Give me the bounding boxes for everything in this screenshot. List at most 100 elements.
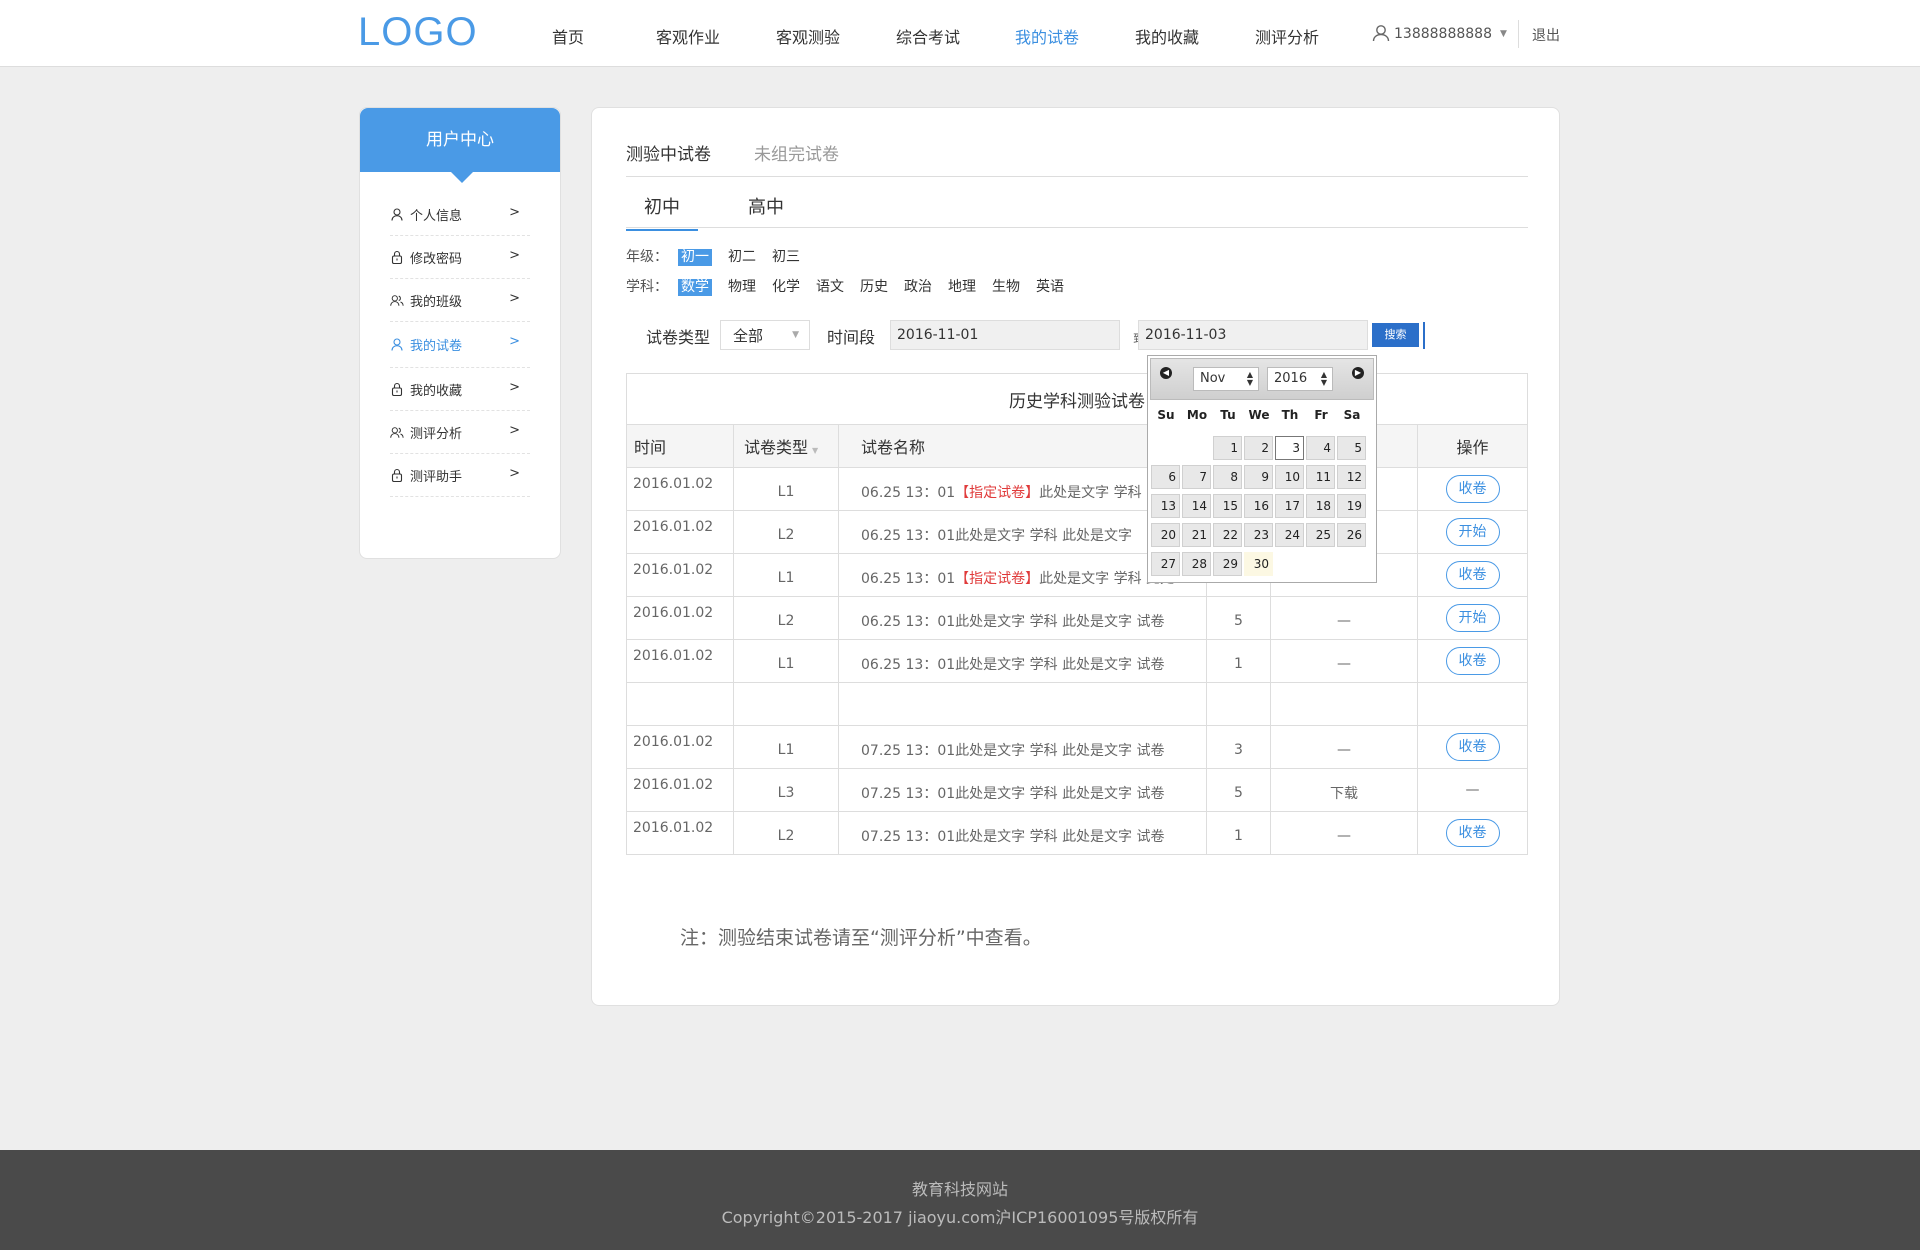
sidebar-item-5[interactable]: 测评分析 > [390, 411, 530, 454]
table-row: 2016.01.02 L1 06.25 13：01此处是文字 学科 此处是文字 试卷… [626, 639, 1528, 683]
calendar-day[interactable]: 19 [1337, 494, 1366, 518]
calendar-day[interactable]: 30 [1244, 552, 1273, 576]
row-result: — [1270, 596, 1418, 640]
calendar-day[interactable]: 18 [1306, 494, 1335, 518]
level-tabs: 初中 高中 [626, 186, 1528, 231]
row-type: L2 [733, 510, 839, 554]
calendar-day[interactable]: 13 [1151, 494, 1180, 518]
nav-item-6[interactable]: 测评分析 [1255, 24, 1319, 48]
sidebar-item-6[interactable]: 测评助手 > [390, 454, 530, 497]
calendar-day[interactable]: 1 [1213, 436, 1242, 460]
calendar-day[interactable]: 8 [1213, 465, 1242, 489]
calendar-day[interactable]: 25 [1306, 523, 1335, 547]
divider [1518, 20, 1519, 48]
start-button[interactable]: 开始 [1445, 518, 1500, 546]
calendar-day[interactable]: 16 [1244, 494, 1273, 518]
subject-option-6[interactable]: 地理 [948, 276, 976, 296]
lock-icon [390, 250, 404, 264]
collect-button[interactable]: 收卷 [1445, 647, 1500, 675]
row-name[interactable]: 07.25 13：01此处是文字 学科 此处是文字 试卷 [838, 725, 1207, 769]
prev-month-icon[interactable]: ◀ [1160, 367, 1172, 379]
row-name[interactable]: 07.25 13：01此处是文字 学科 此处是文字 试卷 [838, 768, 1207, 812]
tab-incomplete-papers[interactable]: 未组完试卷 [754, 140, 839, 165]
subject-option-8[interactable]: 英语 [1036, 276, 1064, 296]
sidebar-item-1[interactable]: 修改密码 > [390, 236, 530, 279]
subject-option-5[interactable]: 政治 [904, 276, 932, 296]
subject-option-0[interactable]: 数学 [678, 279, 712, 296]
grade-option-0[interactable]: 初一 [678, 249, 712, 266]
calendar-day[interactable]: 12 [1337, 465, 1366, 489]
weekday-label: Mo [1186, 408, 1208, 422]
next-month-icon[interactable]: ▶ [1352, 367, 1364, 379]
subject-label: 学科： [626, 279, 668, 295]
calendar-day[interactable]: 27 [1151, 552, 1180, 576]
calendar-day[interactable]: 29 [1213, 552, 1242, 576]
sidebar-item-3[interactable]: 我的试卷 > [390, 322, 530, 368]
calendar-day[interactable]: 7 [1182, 465, 1211, 489]
calendar-day[interactable]: 21 [1182, 523, 1211, 547]
calendar-day[interactable]: 9 [1244, 465, 1273, 489]
paper-type-select[interactable]: 全部 ▼ [720, 320, 810, 350]
date-from-input[interactable]: 2016-11-01 [890, 320, 1120, 350]
calendar-day[interactable]: 11 [1306, 465, 1335, 489]
nav-item-1[interactable]: 客观作业 [656, 24, 720, 48]
calendar-day[interactable]: 14 [1182, 494, 1211, 518]
nav-item-5[interactable]: 我的收藏 [1135, 24, 1199, 48]
collect-button[interactable]: 收卷 [1445, 733, 1500, 761]
top-header: LOGO 首页 客观作业 客观测验 综合考试 我的试卷 我的收藏 测评分析 13888888… [0, 0, 1920, 67]
calendar-day[interactable]: 4 [1306, 436, 1335, 460]
start-button[interactable]: 开始 [1445, 604, 1500, 632]
calendar-day[interactable]: 20 [1151, 523, 1180, 547]
assigned-tag: 【指定试卷】 [955, 571, 1040, 587]
search-button[interactable]: 搜索 [1372, 323, 1419, 347]
calendar-day[interactable]: 28 [1182, 552, 1211, 576]
nav-item-2[interactable]: 客观测验 [776, 24, 840, 48]
calendar-day[interactable]: 23 [1244, 523, 1273, 547]
sidebar-item-4[interactable]: 我的收藏 > [390, 368, 530, 411]
tab-junior-high[interactable]: 初中 [626, 193, 698, 231]
calendar-day[interactable]: 6 [1151, 465, 1180, 489]
user-menu[interactable]: 13888888888 ▼ [1372, 24, 1507, 42]
subject-option-1[interactable]: 物理 [728, 276, 756, 296]
col-type[interactable]: 试卷类型 ▼ [733, 424, 839, 468]
logo[interactable]: LOGO [358, 10, 478, 55]
calendar-day[interactable]: 22 [1213, 523, 1242, 547]
nav-item-0[interactable]: 首页 [552, 24, 584, 48]
subject-option-3[interactable]: 语文 [816, 276, 844, 296]
collect-button[interactable]: 收卷 [1445, 819, 1500, 847]
row-name[interactable]: 06.25 13：01此处是文字 学科 此处是文字 试卷 [838, 596, 1207, 640]
tab-senior-high[interactable]: 高中 [748, 193, 784, 219]
row-operation: 收卷 [1417, 725, 1528, 769]
calendar-day[interactable]: 10 [1275, 465, 1304, 489]
row-name[interactable]: 06.25 13：01此处是文字 学科 此处是文字 试卷 [838, 639, 1207, 683]
calendar-day[interactable]: 15 [1213, 494, 1242, 518]
collect-button[interactable]: 收卷 [1445, 561, 1500, 589]
logout-link[interactable]: 退出 [1532, 25, 1560, 45]
month-select[interactable]: Nov ▲ ▼ [1193, 367, 1259, 391]
calendar-day[interactable]: 3 [1275, 436, 1304, 460]
grade-option-2[interactable]: 初三 [772, 246, 800, 266]
calendar-day[interactable]: 26 [1337, 523, 1366, 547]
chevron-right-icon: > [509, 205, 520, 220]
download-link[interactable]: 下载 [1270, 768, 1418, 812]
calendar-day[interactable]: 5 [1337, 436, 1366, 460]
row-type: L2 [733, 596, 839, 640]
date-to-input[interactable]: 2016-11-03 [1138, 320, 1368, 350]
sidebar-item-2[interactable]: 我的班级 > [390, 279, 530, 322]
subject-option-4[interactable]: 历史 [860, 276, 888, 296]
subject-option-7[interactable]: 生物 [992, 276, 1020, 296]
weekday-label: Tu [1220, 408, 1236, 422]
sidebar-item-0[interactable]: 个人信息 > [390, 193, 530, 236]
year-select[interactable]: 2016 ▲ ▼ [1267, 367, 1333, 391]
sidebar-item-label: 我的班级 [410, 294, 463, 310]
subject-option-2[interactable]: 化学 [772, 276, 800, 296]
calendar-day[interactable]: 17 [1275, 494, 1304, 518]
calendar-day[interactable]: 24 [1275, 523, 1304, 547]
tab-testing-papers[interactable]: 测验中试卷 [626, 140, 711, 165]
collect-button[interactable]: 收卷 [1445, 475, 1500, 503]
grade-option-1[interactable]: 初二 [728, 246, 756, 266]
row-name[interactable]: 07.25 13：01此处是文字 学科 此处是文字 试卷 [838, 811, 1207, 855]
calendar-day[interactable]: 2 [1244, 436, 1273, 460]
nav-item-4[interactable]: 我的试卷 [1015, 24, 1079, 48]
nav-item-3[interactable]: 综合考试 [896, 24, 960, 48]
